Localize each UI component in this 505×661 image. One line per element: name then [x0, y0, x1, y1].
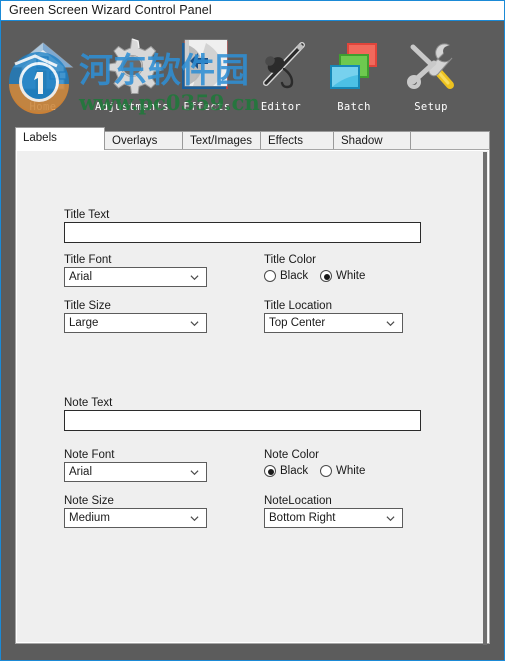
title-size-label: Title Size: [64, 300, 111, 312]
toolbar-label-editor: Editor: [260, 101, 302, 113]
title-font-value: Arial: [69, 271, 93, 283]
vertical-scrollbar[interactable]: [483, 152, 487, 645]
title-color-label: Title Color: [264, 254, 316, 266]
gear-icon: [108, 38, 162, 94]
tab-effects[interactable]: Effects: [260, 131, 334, 150]
note-location-label: NoteLocation: [264, 495, 332, 507]
tab-content-panel: Title Text Title Font Arial Title Color …: [15, 149, 490, 645]
chevron-down-icon: [190, 275, 199, 281]
chevron-down-icon: [386, 516, 395, 522]
title-location-select[interactable]: Top Center: [264, 313, 403, 333]
title-text-input[interactable]: [64, 222, 421, 243]
title-color-black-label: Black: [280, 270, 309, 282]
title-text-label: Title Text: [64, 209, 110, 221]
title-color-radio-black[interactable]: Black: [264, 269, 308, 283]
toolbar-button-effects[interactable]: Effects: [167, 27, 247, 123]
chevron-down-icon: [190, 470, 199, 476]
note-font-label: Note Font: [64, 449, 115, 461]
tab-labels[interactable]: Labels: [15, 127, 105, 150]
toolbar-button-setup[interactable]: Setup: [391, 27, 471, 123]
toolbar-label-effects: Effects: [183, 101, 231, 113]
main-toolbar: Home Adjustments Effects Editor Batch Se…: [1, 22, 504, 123]
note-text-label: Note Text: [64, 397, 113, 409]
note-size-value: Medium: [69, 512, 110, 524]
book-icon: [182, 39, 228, 89]
chevron-down-icon: [386, 321, 395, 327]
airbrush-icon: [263, 42, 305, 89]
tab-text-images[interactable]: Text/Images: [182, 131, 268, 150]
title-location-label: Title Location: [264, 300, 332, 312]
window-title: Green Screen Wizard Control Panel: [9, 3, 212, 17]
title-color-radio-white[interactable]: White: [320, 269, 365, 283]
radio-dot: [264, 465, 276, 477]
home-icon: [12, 42, 74, 90]
radio-dot: [264, 270, 276, 282]
note-color-label: Note Color: [264, 449, 319, 461]
application-window: Green Screen Wizard Control Panel Home A…: [0, 0, 505, 661]
toolbar-button-batch[interactable]: Batch: [314, 27, 394, 123]
note-color-white-label: White: [336, 465, 366, 477]
note-font-select[interactable]: Arial: [64, 462, 207, 482]
note-size-label: Note Size: [64, 495, 114, 507]
tab-filler: [410, 131, 490, 150]
chevron-down-icon: [190, 321, 199, 327]
note-font-value: Arial: [69, 466, 93, 478]
toolbar-button-editor[interactable]: Editor: [241, 27, 321, 123]
note-size-select[interactable]: Medium: [64, 508, 207, 528]
note-color-black-label: Black: [280, 465, 309, 477]
title-location-value: Top Center: [269, 317, 326, 329]
note-color-radio-black[interactable]: Black: [264, 464, 308, 478]
toolbar-label-home: Home: [29, 101, 57, 113]
note-location-value: Bottom Right: [269, 512, 336, 524]
toolbar-button-adjustments[interactable]: Adjustments: [92, 27, 172, 123]
title-font-label: Title Font: [64, 254, 112, 266]
radio-dot: [320, 465, 332, 477]
note-color-radio-white[interactable]: White: [320, 464, 365, 478]
note-text-input[interactable]: [64, 410, 421, 431]
title-color-white-label: White: [336, 270, 366, 282]
title-size-select[interactable]: Large: [64, 313, 207, 333]
chevron-down-icon: [190, 516, 199, 522]
toolbar-label-setup: Setup: [414, 101, 448, 113]
toolbar-label-batch: Batch: [337, 101, 371, 113]
note-location-select[interactable]: Bottom Right: [264, 508, 403, 528]
title-bar: Green Screen Wizard Control Panel: [1, 1, 504, 21]
tools-icon: [407, 43, 454, 89]
tab-content-inner: Title Text Title Font Arial Title Color …: [16, 150, 489, 645]
toolbar-label-adjustments: Adjustments: [95, 101, 169, 113]
title-font-select[interactable]: Arial: [64, 267, 207, 287]
toolbar-button-home[interactable]: Home: [3, 27, 83, 123]
radio-dot: [320, 270, 332, 282]
tab-strip: Labels Overlays Text/Images Effects Shad…: [15, 127, 490, 150]
title-size-value: Large: [69, 317, 99, 329]
tab-shadow[interactable]: Shadow: [333, 131, 411, 150]
stacked-images-icon: [330, 43, 377, 89]
tab-panel: Labels Overlays Text/Images Effects Shad…: [9, 127, 496, 646]
